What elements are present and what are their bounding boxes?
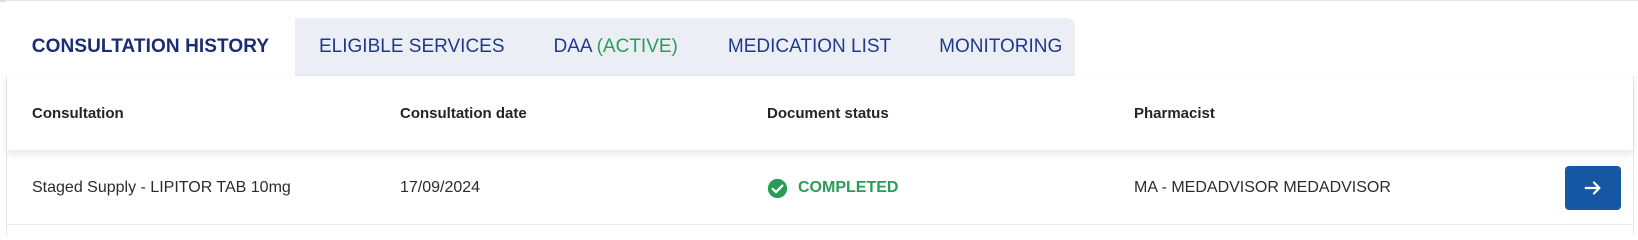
column-header-consultation-date: Consultation date xyxy=(400,104,527,122)
tab-eligible-services[interactable]: ELIGIBLE SERVICES xyxy=(319,18,505,76)
column-header-pharmacist: Pharmacist xyxy=(1134,104,1215,122)
tab-monitoring-label: MONITORING xyxy=(939,36,1063,57)
tab-daa[interactable]: DAA (ACTIVE) xyxy=(554,18,678,76)
table-row: Staged Supply - LIPITOR TAB 10mg 17/09/2… xyxy=(7,152,1633,225)
arrow-right-icon xyxy=(1584,181,1601,195)
table-header-row: Consultation Consultation date Document … xyxy=(7,76,1633,150)
top-divider xyxy=(0,0,1638,1)
consultation-cell: Staged Supply - LIPITOR TAB 10mg xyxy=(32,179,291,196)
top-divider-start xyxy=(0,0,6,2)
tab-monitoring[interactable]: MONITORING xyxy=(939,18,1062,76)
inactive-tab-group: ELIGIBLE SERVICES DAA (ACTIVE) MEDICATIO… xyxy=(295,18,1075,76)
tab-daa-label: DAA xyxy=(553,36,593,57)
column-header-document-status: Document status xyxy=(767,104,889,122)
tab-bar: CONSULTATION HISTORY ELIGIBLE SERVICES D… xyxy=(6,18,1075,76)
tab-consultation-history[interactable]: CONSULTATION HISTORY xyxy=(6,18,295,76)
tab-medication-list-label: MEDICATION LIST xyxy=(727,36,892,57)
document-status-cell: COMPLETED xyxy=(767,152,898,224)
tab-medication-list[interactable]: MEDICATION LIST xyxy=(728,18,891,76)
status-badge: COMPLETED xyxy=(798,179,899,196)
pharmacist-cell: MA - MEDADVISOR MEDADVISOR xyxy=(1134,179,1391,196)
check-circle-icon xyxy=(767,178,788,198)
consultation-date-cell: 17/09/2024 xyxy=(400,179,481,196)
tab-consultation-history-label: CONSULTATION HISTORY xyxy=(31,36,270,57)
open-consultation-button[interactable] xyxy=(1565,166,1621,210)
consultation-history-table: Consultation Consultation date Document … xyxy=(6,76,1634,236)
tab-daa-status: (ACTIVE) xyxy=(596,36,678,57)
tab-eligible-services-label: ELIGIBLE SERVICES xyxy=(319,36,505,57)
column-header-consultation: Consultation xyxy=(32,104,124,122)
